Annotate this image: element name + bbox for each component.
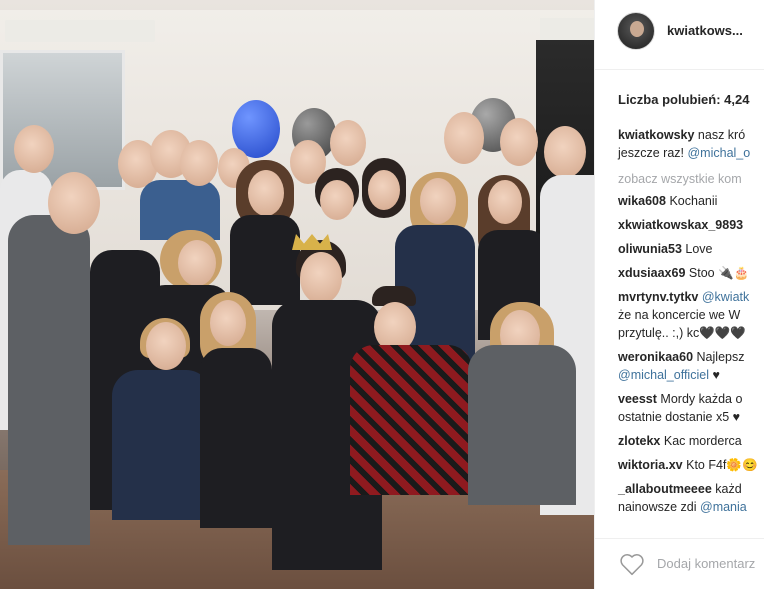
comment: zlotekx Kac morderca xyxy=(618,432,764,450)
comment-username[interactable]: kwiatkowsky xyxy=(618,128,694,142)
comment-username[interactable]: zlotekx xyxy=(618,434,660,448)
post-header: kwiatkows... xyxy=(595,0,764,70)
photo-window xyxy=(0,50,125,190)
comment-text: jeszcze raz! xyxy=(618,146,684,160)
comment-username[interactable]: mvrtynv.tytkv xyxy=(618,290,698,304)
comment-text: Najlepsz xyxy=(696,350,745,364)
comment-mention[interactable]: @michal_officiel xyxy=(618,368,709,382)
photo-person-face xyxy=(544,126,586,178)
photo-person xyxy=(230,215,300,305)
comment-text: Kochanii xyxy=(669,194,718,208)
photo-person-face xyxy=(146,322,186,370)
view-all-comments-link[interactable]: zobacz wszystkie kom xyxy=(618,170,764,188)
post-photo[interactable] xyxy=(0,0,594,589)
heart-icon[interactable] xyxy=(619,552,645,576)
photo-person xyxy=(112,370,212,520)
photo-person-face xyxy=(330,120,366,166)
post-side-panel: kwiatkows... Liczba polubień: 4,24 kwiat… xyxy=(594,0,764,589)
comment-username[interactable]: _allaboutmeeee xyxy=(618,482,712,496)
comment-username[interactable]: wika608 xyxy=(618,194,666,208)
caption: kwiatkowsky nasz kró xyxy=(618,126,764,144)
photo-person-face xyxy=(368,170,400,210)
comment: weronikaa60 Najlepsz xyxy=(618,348,764,366)
comment-line: że na koncercie we W xyxy=(618,306,764,324)
photo-person xyxy=(200,348,272,528)
comment-username[interactable]: xdusiaax69 xyxy=(618,266,685,280)
photo-person-face xyxy=(48,172,100,234)
comment-text: ostatnie dostanie x5 ♥ xyxy=(618,410,741,424)
comment-text: nasz kró xyxy=(697,128,746,142)
comment-line: nainowsze zdi @mania xyxy=(618,498,764,516)
photo-person xyxy=(468,345,576,505)
avatar[interactable] xyxy=(617,12,655,50)
comment-mention[interactable]: @kwiatk xyxy=(702,290,749,304)
photo-person-face xyxy=(180,140,218,186)
photo-person-face xyxy=(14,125,54,173)
photo-person-face xyxy=(488,180,522,224)
photo-ceiling-lamp xyxy=(540,18,594,40)
comment-line: przytulę.. :,) kc🖤🖤🖤 xyxy=(618,324,764,342)
photo-person-face xyxy=(300,252,342,304)
comment: wiktoria.xv Kto F4f🌼😊 xyxy=(618,456,764,474)
comment-text: Mordy każda o xyxy=(660,392,743,406)
comment-line: ostatnie dostanie x5 ♥ xyxy=(618,408,764,426)
comment: xdusiaax69 Stoo 🔌🎂 xyxy=(618,264,764,282)
comment-mention[interactable]: @mania xyxy=(700,500,747,514)
comment-text: Stoo 🔌🎂 xyxy=(688,266,750,280)
comment: oliwunia53 Love xyxy=(618,240,764,258)
comment: mvrtynv.tytkv @kwiatk xyxy=(618,288,764,306)
photo-person-face xyxy=(320,180,354,220)
comment-text: każd xyxy=(715,482,742,496)
comment-username[interactable]: wiktoria.xv xyxy=(618,458,683,472)
comment-username[interactable]: oliwunia53 xyxy=(618,242,682,256)
comments-list: kwiatkowsky nasz kró jeszcze raz! @micha… xyxy=(618,126,764,516)
comment-text: że na koncercie we W xyxy=(618,308,741,322)
comment: _allaboutmeeee każd xyxy=(618,480,764,498)
comment-text: Love xyxy=(685,242,713,256)
photo-person-face xyxy=(178,240,216,286)
photo-person-face xyxy=(500,118,538,166)
comment-line: @michal_officiel ♥ xyxy=(618,366,764,384)
comment: wika608 Kochanii xyxy=(618,192,764,210)
photo-person-face xyxy=(210,300,246,346)
comment-username[interactable]: weronikaa60 xyxy=(618,350,693,364)
comment-footer: Dodaj komentarz xyxy=(595,538,764,589)
photo-person-face xyxy=(248,170,284,216)
photo-ceiling-lamp xyxy=(5,20,155,42)
comment-username[interactable]: xkwiatkowskax_9893 xyxy=(618,218,743,232)
comment-mention[interactable]: @michal_o xyxy=(687,146,750,160)
comment: xkwiatkowskax_9893 xyxy=(618,216,764,234)
comment-username[interactable]: veesst xyxy=(618,392,657,406)
comment-text: Kac morderca xyxy=(663,434,742,448)
comment-text: przytulę.. :,) kc🖤🖤🖤 xyxy=(618,326,746,340)
caption-line: jeszcze raz! @michal_o xyxy=(618,144,764,162)
photo-person xyxy=(8,215,90,545)
post-username[interactable]: kwiatkows... xyxy=(667,23,743,38)
comment-text: nainowsze zdi xyxy=(618,500,697,514)
likes-count[interactable]: Liczba polubień: 4,24 xyxy=(618,92,749,107)
comment: veesst Mordy każda o xyxy=(618,390,764,408)
photo-person xyxy=(350,345,472,495)
add-comment-input[interactable]: Dodaj komentarz xyxy=(657,556,755,571)
comment-text: Kto F4f🌼😊 xyxy=(686,458,758,472)
photo-person-face xyxy=(444,112,484,164)
comment-text: ♥ xyxy=(708,368,720,382)
photo-person-face xyxy=(420,178,456,224)
